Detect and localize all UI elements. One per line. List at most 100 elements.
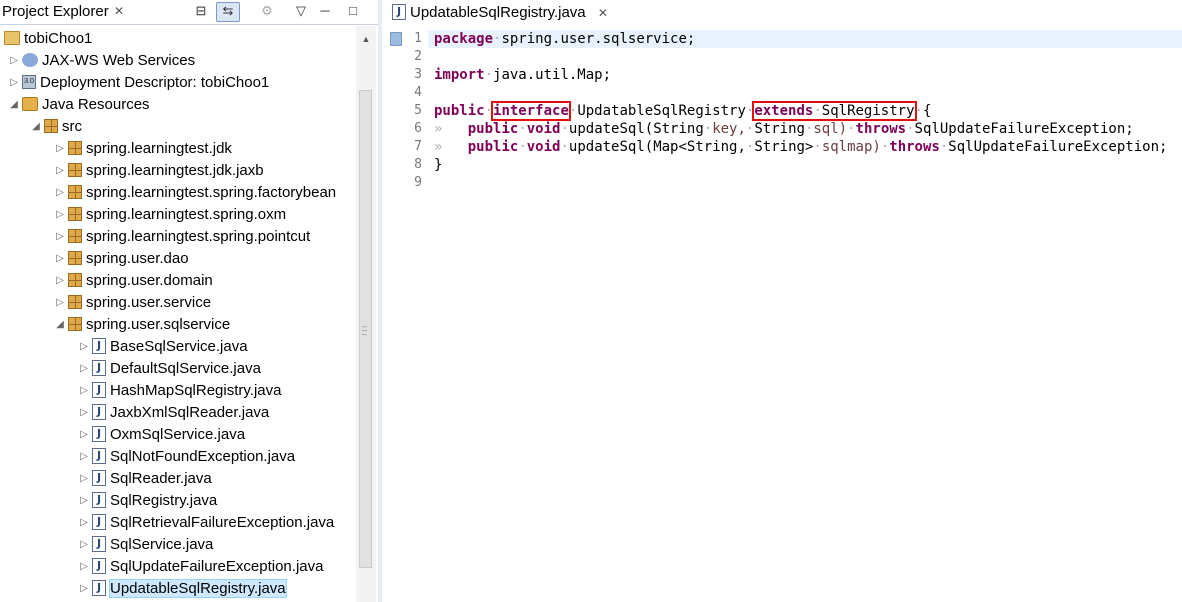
- scrollbar-thumb[interactable]: ‒ ‒ ‒: [359, 90, 372, 568]
- line-number: 2: [414, 49, 422, 64]
- tree-item-package[interactable]: ▷ spring.user.domain: [54, 270, 213, 292]
- editor-tab[interactable]: J UpdatableSqlRegistry.java ✕: [390, 2, 608, 24]
- collapse-twisty-icon[interactable]: ◢: [30, 116, 42, 138]
- tree-item-package[interactable]: ▷ spring.learningtest.jdk.jaxb: [54, 160, 263, 182]
- tree-item-deployment-descriptor[interactable]: ▷ 3.0 Deployment Descriptor: tobiChoo1: [8, 72, 269, 94]
- close-icon[interactable]: ✕: [598, 6, 608, 20]
- code-text: }: [434, 157, 443, 173]
- tree-item-label: JaxbXmlSqlReader.java: [110, 404, 270, 421]
- keyword: void: [526, 139, 561, 155]
- tree-item-label: spring.user.domain: [86, 272, 213, 289]
- tree-item-label: SqlUpdateFailureException.java: [110, 558, 324, 575]
- expand-twisty-icon[interactable]: ▷: [78, 380, 90, 402]
- tree-item-java-file-selected[interactable]: ▷ J UpdatableSqlRegistry.java: [78, 578, 287, 600]
- tree-item-java-file[interactable]: ▷ J SqlNotFoundException.java: [78, 446, 295, 468]
- expand-twisty-icon[interactable]: ▷: [54, 138, 66, 160]
- tree-item-webservices[interactable]: ▷ JAX-WS Web Services: [8, 50, 195, 72]
- filter-icon[interactable]: ⚙: [258, 3, 276, 19]
- java-file-icon: J: [92, 514, 106, 531]
- tree-item-java-file[interactable]: ▷ J SqlRetrievalFailureException.java: [78, 512, 334, 534]
- view-menu-icon[interactable]: ▽: [292, 3, 310, 19]
- link-with-editor-icon[interactable]: ⇆: [216, 2, 240, 22]
- tree-item-java-file[interactable]: ▷ J JaxbXmlSqlReader.java: [78, 402, 269, 424]
- tree-item-label: DefaultSqlService.java: [110, 360, 261, 377]
- tree-item-java-file[interactable]: ▷ J SqlRegistry.java: [78, 490, 217, 512]
- tree-item-label: spring.learningtest.spring.pointcut: [86, 228, 311, 245]
- expand-twisty-icon[interactable]: ▷: [54, 204, 66, 226]
- expand-twisty-icon[interactable]: ▷: [54, 292, 66, 314]
- expand-twisty-icon[interactable]: ▷: [78, 336, 90, 358]
- code-line-7[interactable]: » public·void·updateSql(Map<String,·Stri…: [434, 138, 1167, 156]
- tree-item-label: Deployment Descriptor: tobiChoo1: [40, 74, 270, 91]
- package-icon: [68, 207, 82, 222]
- collapse-twisty-icon[interactable]: ◢: [8, 94, 20, 116]
- tree-item-java-file[interactable]: ▷ J SqlService.java: [78, 534, 213, 556]
- tree-item-src[interactable]: ◢ src: [30, 116, 82, 138]
- tree-item-package[interactable]: ▷ spring.user.service: [54, 292, 211, 314]
- tree-item-package[interactable]: ▷ spring.learningtest.jdk: [54, 138, 232, 160]
- code-line-1[interactable]: package·spring.user.sqlservice;: [434, 30, 695, 48]
- line-number: 9: [414, 175, 422, 190]
- code-text: java.util.Map;: [493, 67, 612, 83]
- expand-twisty-icon[interactable]: ▷: [78, 446, 90, 468]
- package-icon: [68, 185, 82, 200]
- code-text: updateSql(String: [568, 121, 704, 137]
- expand-twisty-icon[interactable]: ▷: [78, 534, 90, 556]
- tree-item-java-file[interactable]: ▷ J DefaultSqlService.java: [78, 358, 261, 380]
- code-text: updateSql(Map<String,: [568, 139, 746, 155]
- tree-scrollbar[interactable]: ▲ ‒ ‒ ‒: [356, 26, 376, 602]
- code-line-3[interactable]: import·java.util.Map;: [434, 66, 611, 84]
- tree-item-java-file[interactable]: ▷ J SqlReader.java: [78, 468, 212, 490]
- line-number: 4: [414, 85, 422, 100]
- code-text: SqlUpdateFailureException;: [914, 121, 1134, 137]
- tree-item-java-file[interactable]: ▷ J HashMapSqlRegistry.java: [78, 380, 281, 402]
- expand-twisty-icon[interactable]: ▷: [78, 358, 90, 380]
- collapse-all-icon[interactable]: ⊟: [192, 3, 210, 19]
- code-line-5[interactable]: public·interface·UpdatableSqlRegistry·ex…: [434, 101, 932, 121]
- keyword: import: [434, 67, 485, 83]
- code-line-8[interactable]: }: [434, 156, 442, 174]
- code-text: SqlUpdateFailureException;: [948, 139, 1168, 155]
- line-number: 7: [414, 139, 422, 154]
- tree-item-package[interactable]: ◢ spring.user.sqlservice: [54, 314, 230, 336]
- expand-twisty-icon[interactable]: ▷: [54, 182, 66, 204]
- expand-twisty-icon[interactable]: ▷: [78, 424, 90, 446]
- expand-twisty-icon[interactable]: ▷: [78, 556, 90, 578]
- expand-twisty-icon[interactable]: ▷: [78, 490, 90, 512]
- tree-item-java-file[interactable]: ▷ J SqlUpdateFailureException.java: [78, 556, 323, 578]
- maximize-icon[interactable]: □: [344, 3, 362, 19]
- expand-twisty-icon[interactable]: ▷: [54, 226, 66, 248]
- code-text: String: [754, 121, 805, 137]
- tree-item-project[interactable]: tobiChoo1: [2, 28, 92, 50]
- java-file-icon: J: [92, 382, 106, 399]
- code-line-6[interactable]: » public·void·updateSql(String·key,·Stri…: [434, 120, 1134, 138]
- expand-twisty-icon[interactable]: ▷: [78, 402, 90, 424]
- tree-item-package[interactable]: ▷ spring.user.dao: [54, 248, 188, 270]
- tree-item-java-file[interactable]: ▷ J BaseSqlService.java: [78, 336, 247, 358]
- code-text: {: [922, 103, 932, 119]
- expand-twisty-icon[interactable]: ▷: [8, 72, 20, 94]
- scroll-up-arrow-icon[interactable]: ▲: [356, 30, 376, 48]
- java-file-icon: J: [392, 4, 406, 21]
- expand-twisty-icon[interactable]: ▷: [8, 50, 20, 72]
- expand-twisty-icon[interactable]: ▷: [78, 578, 90, 600]
- expand-twisty-icon[interactable]: ▷: [78, 512, 90, 534]
- tree-item-label: SqlRegistry.java: [110, 492, 218, 509]
- tree-item-package[interactable]: ▷ spring.learningtest.spring.pointcut: [54, 226, 310, 248]
- code-area[interactable]: package·spring.user.sqlservice; import·j…: [428, 30, 1182, 602]
- tree-item-package[interactable]: ▷ spring.learningtest.spring.factorybean: [54, 182, 336, 204]
- collapse-twisty-icon[interactable]: ◢: [54, 314, 66, 336]
- expand-twisty-icon[interactable]: ▷: [54, 248, 66, 270]
- minimize-icon[interactable]: ─: [316, 3, 334, 19]
- expand-twisty-icon[interactable]: ▷: [54, 160, 66, 182]
- java-file-icon: J: [92, 536, 106, 553]
- package-icon: [68, 163, 82, 178]
- close-icon[interactable]: ✕: [114, 4, 124, 18]
- expand-twisty-icon[interactable]: ▷: [78, 468, 90, 490]
- tree-item-package[interactable]: ▷ spring.learningtest.spring.oxm: [54, 204, 286, 226]
- expand-twisty-icon[interactable]: ▷: [54, 270, 66, 292]
- tree-item-java-resources[interactable]: ◢ Java Resources: [8, 94, 149, 116]
- java-file-icon: J: [92, 470, 106, 487]
- tree-item-java-file[interactable]: ▷ J OxmSqlService.java: [78, 424, 245, 446]
- explorer-tab-title[interactable]: Project Explorer: [2, 3, 109, 20]
